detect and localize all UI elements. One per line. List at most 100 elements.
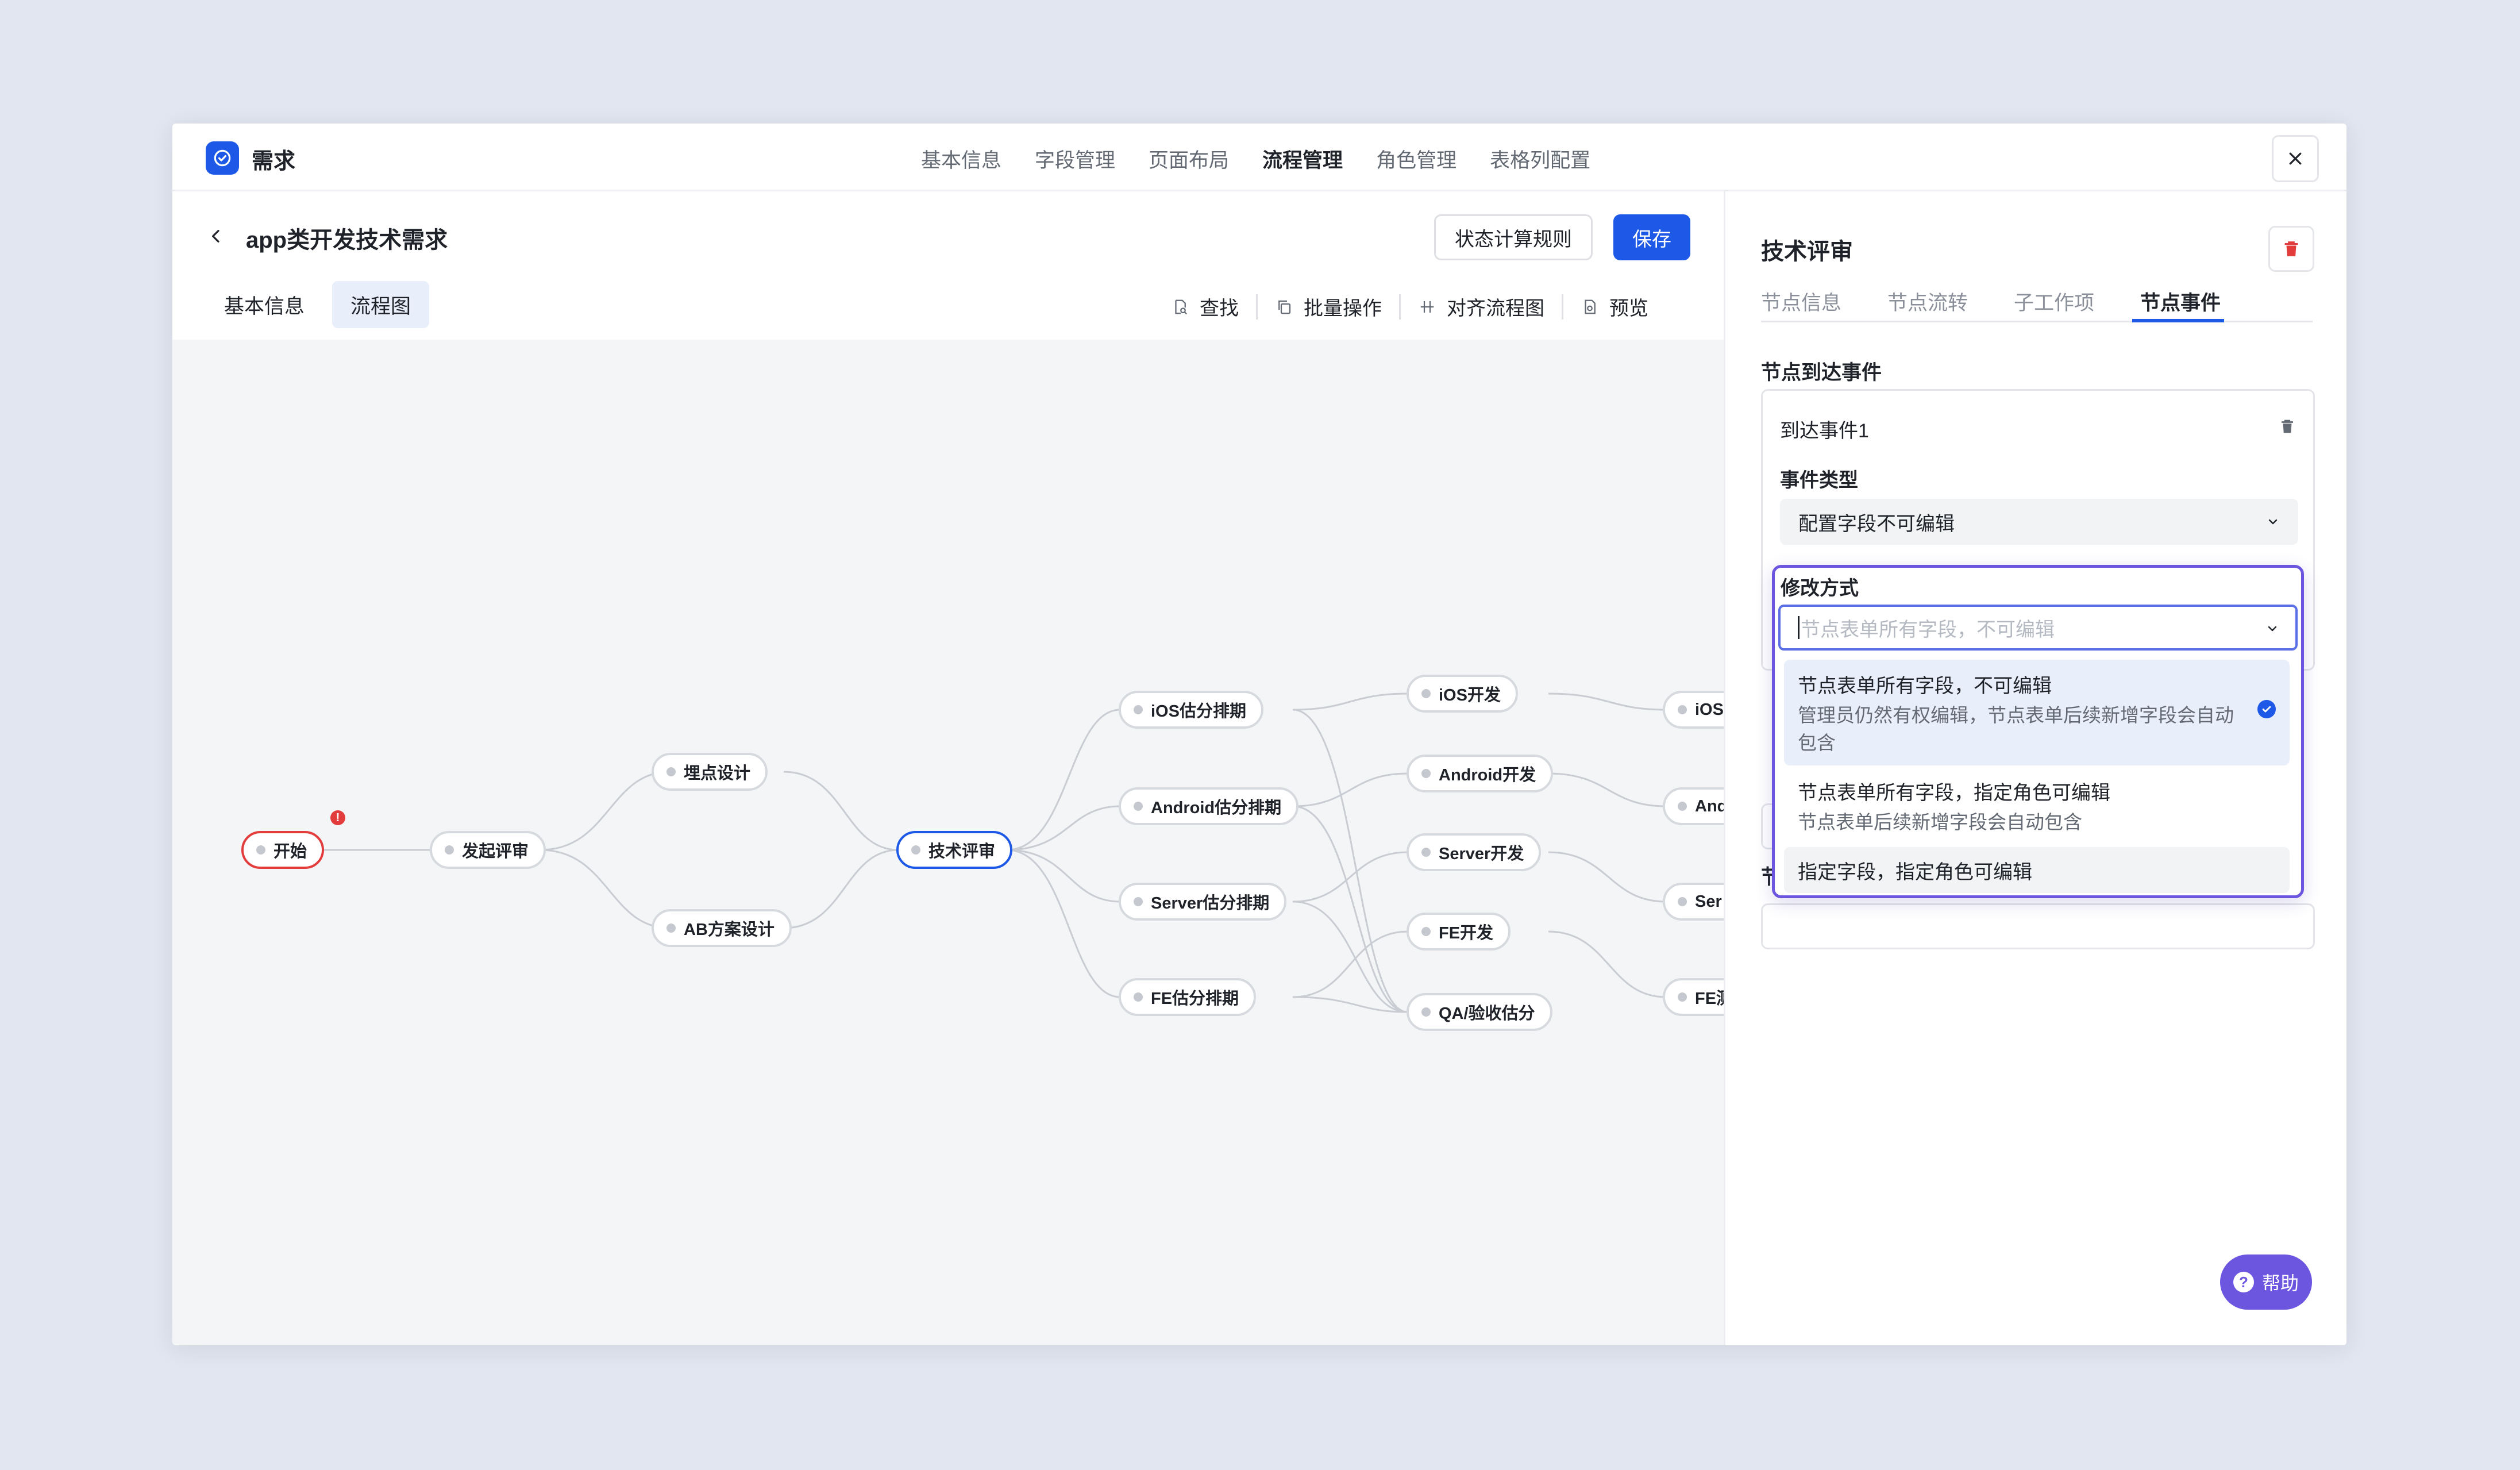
panel-tabs: 节点信息 节点流转 子工作项 节点事件 — [1761, 287, 2313, 322]
topnav-role-management[interactable]: 角色管理 — [1376, 144, 1456, 174]
top-bar: 需求 基本信息 字段管理 页面布局 流程管理 角色管理 表格列配置 — [172, 124, 2346, 191]
help-label: 帮助 — [2261, 1273, 2299, 1294]
preview-icon — [1581, 297, 1599, 317]
node-dot — [1421, 769, 1431, 778]
page-title: app类开发技术需求 — [246, 228, 448, 253]
flow-node-server-next[interactable]: Ser — [1663, 883, 1724, 921]
top-nav: 基本信息 字段管理 页面布局 流程管理 角色管理 表格列配置 — [921, 144, 1624, 174]
dropdown-option[interactable]: 节点表单所有字段，指定角色可编辑 节点表单后续新增字段会自动包含 — [1784, 767, 2290, 846]
tab-sub-work-items[interactable]: 子工作项 — [2014, 287, 2094, 316]
topnav-page-layout[interactable]: 页面布局 — [1149, 144, 1229, 174]
dropdown-option[interactable]: 节点表单所有字段，不可编辑 管理员仍然有权编辑，节点表单后续新增字段会自动包含 — [1784, 660, 2290, 765]
text-caret — [1798, 616, 1800, 639]
toolbar-divider — [1562, 294, 1563, 320]
subtab-flowchart[interactable]: 流程图 — [332, 281, 430, 328]
node-label: FE测 — [1695, 990, 1724, 1008]
node-dot — [256, 845, 265, 855]
option-title: 节点表单所有字段，指定角色可编辑 — [1798, 782, 2110, 804]
flow-node-tech-review[interactable]: 技术评审 — [896, 831, 1013, 869]
tab-node-events[interactable]: 节点事件 — [2140, 287, 2221, 316]
node-dot — [1134, 897, 1143, 906]
event-type-select[interactable]: 配置字段不可编辑 — [1780, 499, 2298, 545]
node-dot — [1421, 848, 1431, 857]
trash-icon — [2282, 420, 2293, 433]
node-dot — [1134, 992, 1143, 1002]
main-area: app类开发技术需求 状态计算规则 保存 基本信息 流程图 查找 批量操作 对齐… — [172, 191, 1724, 1345]
node-label: iOS估分排期 — [1151, 702, 1246, 721]
toolbar-divider — [1399, 294, 1401, 320]
chevron-left-icon — [212, 230, 219, 243]
flow-node-start[interactable]: 开始 — [241, 831, 325, 869]
back-button[interactable] — [207, 226, 225, 252]
flow-node-ab-design[interactable]: AB方案设计 — [652, 909, 792, 947]
node-dot — [1678, 897, 1687, 906]
node-label: 开始 — [273, 842, 307, 861]
align-flowchart-button[interactable]: 对齐流程图 — [1418, 293, 1544, 321]
status-rule-button[interactable]: 状态计算规则 — [1434, 214, 1593, 260]
flow-node-server-estimate[interactable]: Server估分排期 — [1119, 883, 1287, 921]
flow-node-server-dev[interactable]: Server开发 — [1407, 833, 1542, 871]
topnav-field-management[interactable]: 字段管理 — [1035, 144, 1115, 174]
node-label: 发起评审 — [462, 842, 529, 861]
find-label: 查找 — [1200, 298, 1239, 320]
node-label: QA/验收估分 — [1439, 1005, 1535, 1023]
check-icon — [2257, 700, 2276, 718]
event-name: 到达事件1 — [1780, 420, 1869, 442]
topnav-basic-info[interactable]: 基本信息 — [921, 144, 1001, 174]
node-dot — [1421, 689, 1431, 698]
subtab-basic-info[interactable]: 基本信息 — [206, 281, 323, 328]
copy-icon — [1275, 297, 1293, 317]
node-label: 技术评审 — [928, 842, 996, 861]
app-logo-icon — [206, 141, 239, 175]
flow-node-qa-estimate[interactable]: QA/验收估分 — [1407, 993, 1552, 1031]
find-button[interactable]: 查找 — [1171, 293, 1239, 321]
close-icon — [2289, 152, 2302, 165]
flow-node-tracking-design[interactable]: 埋点设计 — [652, 753, 768, 791]
dropdown-option[interactable]: 指定字段，指定角色可编辑 — [1784, 847, 2290, 893]
node-label: iOS — [1695, 700, 1724, 719]
topnav-table-columns[interactable]: 表格列配置 — [1490, 144, 1590, 174]
node-label: FE开发 — [1439, 924, 1494, 942]
trash-icon — [2284, 241, 2298, 256]
chevron-down-icon — [2268, 626, 2277, 632]
preview-button[interactable]: 预览 — [1581, 293, 1648, 321]
node-label: Server估分排期 — [1151, 894, 1270, 913]
flow-node-ios-next[interactable]: iOS — [1663, 691, 1724, 729]
flow-node-android-dev[interactable]: Android开发 — [1407, 755, 1554, 792]
question-icon: ? — [2233, 1272, 2254, 1292]
modify-mode-input[interactable]: 节点表单所有字段，不可编辑 — [1778, 605, 2298, 651]
delete-node-button[interactable] — [2268, 226, 2314, 272]
save-button[interactable]: 保存 — [1613, 214, 1690, 260]
flow-node-ios-dev[interactable]: iOS开发 — [1407, 675, 1518, 713]
panel-title: 技术评审 — [1761, 239, 1853, 264]
align-icon — [1418, 297, 1436, 317]
hidden-field-stub — [1761, 903, 2315, 949]
node-dot — [1421, 1007, 1431, 1017]
flow-node-android-next[interactable]: And — [1663, 787, 1724, 825]
close-button[interactable] — [2272, 135, 2319, 182]
delete-event-button[interactable] — [2279, 417, 2296, 438]
node-dot — [666, 923, 676, 933]
flow-node-fe-dev[interactable]: FE开发 — [1407, 913, 1511, 951]
node-dot — [1134, 705, 1143, 714]
event-type-label: 事件类型 — [1780, 470, 1858, 491]
flow-canvas[interactable]: 开始 ! 发起评审 埋点设计 AB方案设计 技术评审 iOS估分排期 Andro… — [172, 340, 1724, 1345]
batch-operation-button[interactable]: 批量操作 — [1275, 293, 1382, 321]
node-label: Server开发 — [1439, 845, 1524, 863]
option-title: 指定字段，指定角色可编辑 — [1798, 861, 2032, 883]
flow-node-fe-next[interactable]: FE测 — [1663, 978, 1724, 1016]
option-title: 节点表单所有字段，不可编辑 — [1798, 675, 2052, 697]
modify-mode-label: 修改方式 — [1781, 578, 1859, 599]
flow-node-fe-estimate[interactable]: FE估分排期 — [1119, 978, 1257, 1016]
help-button[interactable]: ? 帮助 — [2220, 1254, 2312, 1310]
tab-node-info[interactable]: 节点信息 — [1761, 287, 1841, 316]
topnav-flow-management[interactable]: 流程管理 — [1262, 144, 1343, 174]
flow-node-ios-estimate[interactable]: iOS估分排期 — [1119, 691, 1263, 729]
node-label: FE估分排期 — [1151, 990, 1239, 1008]
node-dot — [1678, 705, 1687, 714]
chevron-down-icon — [2268, 519, 2278, 525]
active-tab-indicator — [2132, 319, 2224, 322]
flow-node-initiate-review[interactable]: 发起评审 — [430, 831, 546, 869]
tab-node-transition[interactable]: 节点流转 — [1887, 287, 1968, 316]
flow-node-android-estimate[interactable]: Android估分排期 — [1119, 787, 1299, 825]
